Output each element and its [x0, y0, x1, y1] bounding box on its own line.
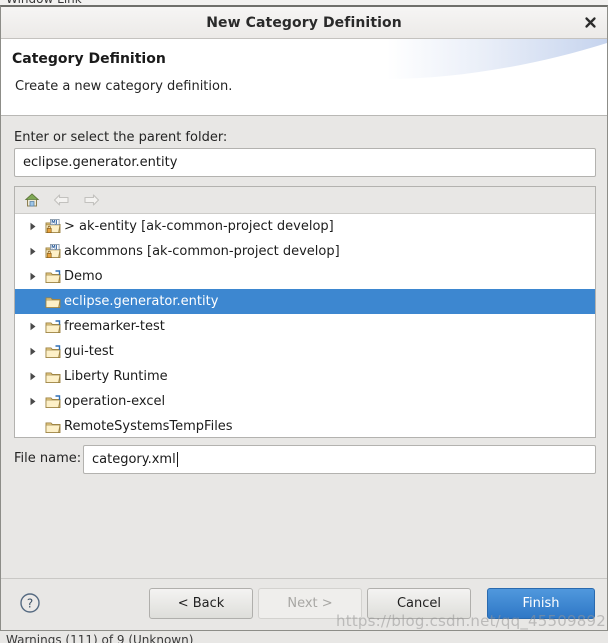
java-project-icon: MJ — [44, 219, 62, 234]
expand-arrow-icon[interactable] — [29, 222, 44, 231]
project-folder-icon — [44, 394, 62, 409]
home-icon[interactable] — [22, 191, 41, 210]
tree-row[interactable]: Demo — [15, 264, 595, 289]
tree-row-selected[interactable]: eclipse.generator.entity — [15, 289, 595, 314]
expand-arrow-icon[interactable] — [29, 397, 44, 406]
background-text-bottom: Warnings (111) of 9 (Unknown) — [6, 633, 194, 643]
java-project-icon: MJ — [44, 244, 62, 259]
banner-decoration-icon — [387, 39, 607, 79]
expand-arrow-icon[interactable] — [29, 247, 44, 256]
dialog-banner: Category Definition Create a new categor… — [1, 39, 607, 116]
tree-item-label: freemarker-test — [64, 319, 165, 334]
cancel-button-label: Cancel — [396, 596, 442, 611]
dialog-button-bar: ? < Back Next > Cancel Finish — [1, 579, 607, 630]
open-folder-icon — [44, 420, 62, 434]
parent-folder-input[interactable]: eclipse.generator.entity — [14, 148, 596, 177]
close-icon[interactable] — [577, 10, 603, 35]
project-folder-icon — [44, 269, 62, 284]
new-category-definition-dialog: New Category Definition Category Definit… — [0, 5, 608, 631]
parent-folder-input-value: eclipse.generator.entity — [23, 155, 178, 170]
background-window-bottom: Warnings (111) of 9 (Unknown) — [0, 630, 608, 643]
tree-row[interactable]: MJ > ak-entity [ak-common-project develo… — [15, 214, 595, 239]
tree-row[interactable]: freemarker-test — [15, 314, 595, 339]
open-folder-icon — [44, 370, 62, 384]
expand-arrow-icon[interactable] — [29, 322, 44, 331]
expand-arrow-icon[interactable] — [29, 347, 44, 356]
svg-text:MJ: MJ — [51, 245, 57, 251]
open-folder-icon — [44, 295, 62, 309]
dialog-body: Enter or select the parent folder: eclip… — [1, 116, 607, 630]
folder-tree-panel[interactable]: MJ > ak-entity [ak-common-project develo… — [14, 186, 596, 438]
tree-item-label: RemoteSystemsTempFiles — [64, 419, 233, 434]
tree-row[interactable]: MJ akcommons [ak-common-project develop] — [15, 239, 595, 264]
tree-row[interactable]: Liberty Runtime — [15, 364, 595, 389]
tree-item-label: akcommons [ak-common-project develop] — [64, 244, 340, 259]
back-arrow-icon — [52, 191, 71, 210]
expand-arrow-icon[interactable] — [29, 272, 44, 281]
svg-text:?: ? — [27, 597, 33, 611]
tree-item-label: > ak-entity [ak-common-project develop] — [64, 219, 334, 234]
dialog-titlebar: New Category Definition — [1, 7, 607, 39]
finish-button[interactable]: Finish — [487, 588, 595, 619]
finish-button-label: Finish — [522, 596, 560, 611]
tree-row[interactable]: gui-test — [15, 339, 595, 364]
forward-arrow-icon — [82, 191, 101, 210]
next-button: Next > — [258, 588, 362, 619]
cancel-button[interactable]: Cancel — [367, 588, 471, 619]
page-title: Category Definition — [12, 51, 166, 67]
parent-folder-label: Enter or select the parent folder: — [14, 130, 228, 145]
tree-toolbar — [15, 187, 595, 214]
folder-tree-list[interactable]: MJ > ak-entity [ak-common-project develo… — [15, 214, 595, 437]
file-name-input[interactable]: category.xml — [83, 445, 596, 474]
svg-text:MJ: MJ — [51, 220, 57, 226]
page-description: Create a new category definition. — [15, 79, 233, 94]
tree-item-label: Liberty Runtime — [64, 369, 168, 384]
file-name-label: File name: — [14, 451, 82, 466]
dialog-title: New Category Definition — [206, 14, 402, 31]
back-button[interactable]: < Back — [149, 588, 253, 619]
project-folder-icon — [44, 344, 62, 359]
tree-item-label: eclipse.generator.entity — [64, 294, 219, 309]
tree-item-label: gui-test — [64, 344, 114, 359]
tree-item-label: Demo — [64, 269, 103, 284]
tree-item-label: operation-excel — [64, 394, 166, 409]
help-icon[interactable]: ? — [19, 592, 41, 614]
project-folder-icon — [44, 319, 62, 334]
file-name-input-value: category.xml — [92, 452, 176, 467]
tree-row[interactable]: RemoteSystemsTempFiles — [15, 414, 595, 437]
back-button-label: < Back — [177, 596, 225, 611]
text-cursor — [176, 452, 178, 467]
next-button-label: Next > — [287, 596, 333, 611]
expand-arrow-icon[interactable] — [29, 372, 44, 381]
tree-row[interactable]: operation-excel — [15, 389, 595, 414]
